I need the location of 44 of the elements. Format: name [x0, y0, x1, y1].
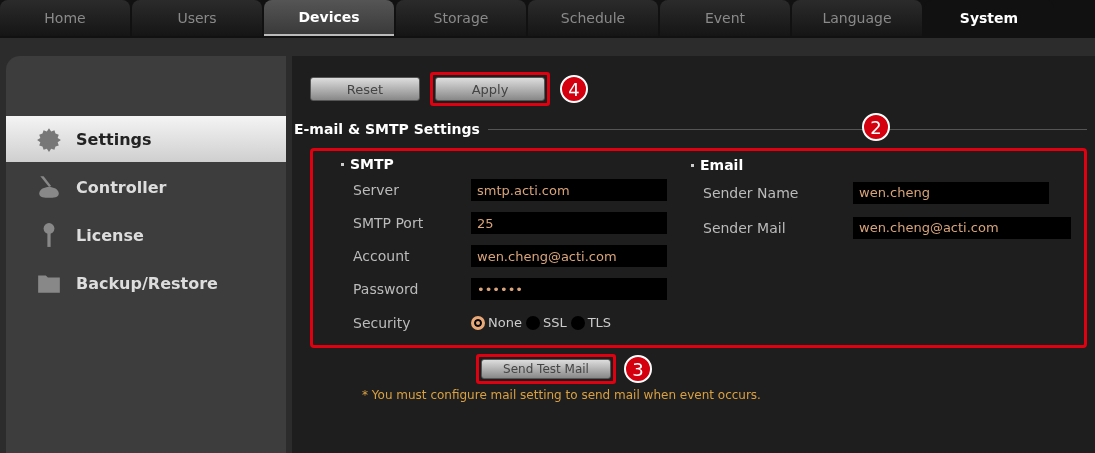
- bullet-icon: [341, 162, 344, 166]
- nav-tab[interactable]: Storage: [396, 0, 526, 36]
- field-label: Sender Mail: [703, 219, 787, 236]
- input-field[interactable]: wen.cheng@acti.com: [853, 216, 1071, 239]
- input-field[interactable]: wen.cheng@acti.com: [471, 245, 667, 268]
- send-test-mail-button[interactable]: Send Test Mail: [481, 359, 611, 379]
- callout-number: 2: [862, 113, 890, 141]
- input-field[interactable]: 25: [471, 212, 667, 235]
- apply-button[interactable]: Apply: [435, 77, 545, 101]
- input-field[interactable]: wen.cheng: [853, 181, 1049, 204]
- callout-number: 4: [560, 75, 588, 103]
- section-title: E-mail & SMTP Settings: [294, 121, 480, 137]
- radio-button[interactable]: [525, 315, 540, 330]
- radio-option[interactable]: SSL: [525, 315, 567, 330]
- sidebar-item[interactable]: Backup/Restore: [6, 260, 286, 306]
- nav-tab[interactable]: Devices: [264, 0, 394, 36]
- callout-number: 3: [624, 355, 652, 383]
- gear-icon: [36, 126, 62, 152]
- field-label: Password: [353, 281, 420, 298]
- input-field[interactable]: ••••••: [471, 278, 667, 301]
- nav-tab[interactable]: Users: [132, 0, 262, 36]
- radio-button[interactable]: [570, 315, 585, 330]
- field-label: SMTP Port: [353, 215, 425, 232]
- reset-button[interactable]: Reset: [310, 77, 420, 101]
- field-label: Account: [353, 248, 411, 265]
- sidebar-item[interactable]: Settings: [6, 116, 286, 162]
- joystick-icon: [36, 174, 62, 200]
- field-label: Security: [353, 314, 412, 331]
- nav-tab[interactable]: Language: [792, 0, 922, 36]
- sidebar-item[interactable]: Controller: [6, 164, 286, 210]
- note-text: * You must configure mail setting to send mail when event occurs.: [362, 388, 762, 402]
- input-field[interactable]: smtp.acti.com: [471, 179, 667, 202]
- radio-button[interactable]: [471, 315, 485, 330]
- group-title: Email: [700, 157, 744, 173]
- bullet-icon: [691, 163, 694, 167]
- nav-tab[interactable]: Event: [660, 0, 790, 36]
- radio-option[interactable]: None: [471, 315, 522, 330]
- sidebar-item[interactable]: License: [6, 212, 286, 258]
- field-label: Sender Name: [703, 184, 800, 201]
- group-title: SMTP: [350, 156, 394, 173]
- nav-tab[interactable]: Schedule: [528, 0, 658, 36]
- radio-option[interactable]: TLS: [570, 315, 612, 330]
- field-label: Server: [353, 182, 400, 199]
- nav-tab[interactable]: Home: [0, 0, 130, 36]
